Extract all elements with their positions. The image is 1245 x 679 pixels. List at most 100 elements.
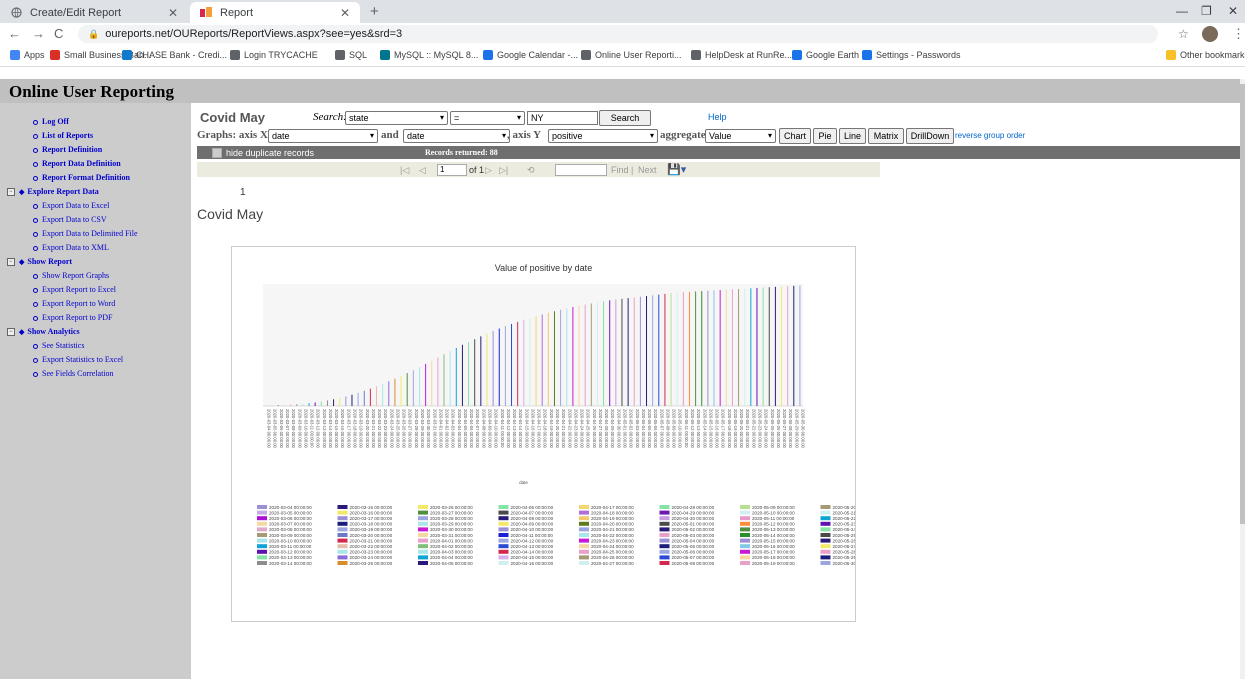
globe-icon (10, 7, 22, 19)
sidebar-item[interactable]: Export Data to Delimited File (33, 229, 138, 238)
bookmark-item[interactable]: Apps (10, 50, 45, 60)
next-page-icon[interactable]: ▷ (485, 165, 492, 176)
restore-icon[interactable]: ❐ (1201, 4, 1212, 18)
axis-x2-select[interactable]: date ▾ (403, 129, 510, 143)
close-window-icon[interactable]: ✕ (1228, 4, 1238, 18)
legend-entry: 2020-04-11 00:00:00 (511, 533, 554, 538)
bookmark-item[interactable]: MySQL :: MySQL 8... (380, 50, 478, 60)
bookmark-item[interactable]: Settings - Passwords (862, 50, 961, 60)
next-link[interactable]: Next (638, 165, 657, 175)
bookmark-item[interactable]: CHASE Bank - Credi... (122, 50, 227, 60)
url-input[interactable]: 🔒 oureports.net/OUReports/ReportViews.as… (78, 25, 1158, 43)
drilldown-button[interactable]: DrillDown (906, 128, 954, 144)
x-tick-label: 2020-05-11 00:00:00 (684, 409, 689, 448)
tab-report[interactable]: Report ✕ (190, 2, 360, 23)
sidebar-item[interactable]: See Statistics (33, 341, 84, 350)
sidebar-item-label: List of Reports (42, 131, 94, 140)
collapse-toggle-icon[interactable]: − (7, 328, 15, 337)
close-icon[interactable]: ✕ (168, 6, 178, 20)
reverse-group-order-link[interactable]: reverse group order (955, 131, 1025, 140)
star-icon[interactable]: ☆ (1178, 27, 1189, 41)
legend-entry: 2020-05-15 00:00:00 (752, 538, 795, 543)
sidebar-item[interactable]: Show Report Graphs (33, 271, 109, 280)
minimize-icon[interactable]: — (1176, 4, 1188, 18)
new-tab-button[interactable]: + (370, 3, 379, 20)
sidebar-item[interactable]: Export Report to PDF (33, 313, 112, 322)
chart-button[interactable]: Chart (779, 128, 811, 144)
axis-x-select[interactable]: date ▾ (268, 129, 378, 143)
find-link[interactable]: Find (611, 165, 629, 175)
legend-swatch (579, 516, 589, 521)
sidebar-item-label: Show Report Graphs (42, 271, 110, 280)
pie-button[interactable]: Pie (813, 128, 837, 144)
legend-swatch (579, 521, 589, 526)
bookmark-item[interactable]: Google Earth (792, 50, 859, 60)
sidebar-item[interactable]: Export Report to Word (33, 299, 115, 308)
legend-swatch (337, 527, 348, 532)
sidebar-item[interactable]: List of Reports (33, 131, 93, 140)
sidebar-item[interactable]: Export Statistics to Excel (33, 355, 123, 364)
sidebar-item[interactable]: Export Data to Excel (33, 201, 109, 210)
circle-bullet-icon (33, 217, 38, 223)
x-tick-label: 2020-03-30 00:00:00 (426, 409, 431, 449)
search-button[interactable]: Search (599, 110, 651, 126)
hide-duplicates-checkbox[interactable]: hide duplicate records (212, 148, 314, 158)
refresh-icon[interactable]: ⟲ (527, 165, 535, 176)
page-number-input[interactable]: 1 (437, 164, 467, 176)
checkbox[interactable] (212, 148, 222, 158)
search-value-input[interactable]: NY (527, 111, 598, 125)
sidebar-group[interactable]: − ◆ Show Analytics (7, 327, 80, 337)
search-field-select[interactable]: state ▾ (345, 111, 448, 125)
scrollbar-thumb[interactable] (1240, 84, 1245, 524)
x-tick-label: 2020-05-25 00:00:00 (770, 409, 775, 449)
sidebar-item-label: Report Definition (42, 145, 103, 154)
avatar[interactable] (1202, 26, 1218, 42)
tab-create-edit-report[interactable]: Create/Edit Report ✕ (0, 2, 188, 23)
sidebar-item[interactable]: Export Data to XML (33, 243, 109, 252)
chevron-down-icon: ▾ (501, 131, 506, 140)
sidebar-item[interactable]: See Fields Correlation (33, 369, 114, 378)
matrix-button[interactable]: Matrix (868, 128, 904, 144)
legend-entry: 2020-04-16 00:00:00 (511, 561, 554, 566)
aggregate-select[interactable]: Value ▾ (705, 129, 776, 143)
export-save-icon[interactable]: 💾▾ (667, 163, 686, 176)
bookmark-item[interactable]: SQL (335, 50, 367, 60)
x-tick-label: 2020-05-08 00:00:00 (665, 409, 670, 449)
sidebar-group[interactable]: − ◆ Explore Report Data (7, 187, 99, 197)
last-page-icon[interactable]: ▷| (499, 165, 508, 176)
back-arrow-icon[interactable]: ← (8, 26, 21, 41)
sidebar-item[interactable]: Report Definition (33, 145, 102, 154)
sidebar-item[interactable]: Report Format Definition (33, 173, 130, 182)
other-bookmarks[interactable]: Other bookmarks (1166, 50, 1245, 60)
scrollbar[interactable] (1240, 79, 1245, 679)
legend-entry: 2020-05-14 00:00:00 (752, 533, 795, 538)
bookmark-item[interactable]: Login TRYCACHE (230, 50, 318, 60)
prev-page-icon[interactable]: ◁ (419, 165, 426, 176)
legend-swatch (659, 544, 670, 549)
sidebar-group[interactable]: − ◆ Show Report (7, 257, 72, 267)
kebab-menu-icon[interactable]: ⋮ (1232, 26, 1245, 42)
sidebar-item[interactable]: Export Data to CSV (33, 215, 107, 224)
x-tick-label: 2020-03-05 00:00:00 (273, 409, 278, 449)
help-link[interactable]: Help (708, 112, 727, 122)
first-page-icon[interactable]: |◁ (400, 165, 409, 176)
legend-swatch (498, 555, 509, 560)
bookmark-label: SQL (349, 50, 368, 60)
sidebar-item[interactable]: Log Off (33, 117, 69, 126)
find-input[interactable] (555, 164, 607, 176)
axis-y-select[interactable]: positive ▾ (548, 129, 658, 143)
close-icon[interactable]: ✕ (340, 6, 350, 20)
sidebar-item[interactable]: Report Data Definition (33, 159, 121, 168)
reload-icon[interactable]: C (54, 26, 63, 41)
bookmark-item[interactable]: Google Calendar -... (483, 50, 578, 60)
collapse-toggle-icon[interactable]: − (7, 188, 15, 197)
forward-arrow-icon[interactable]: → (32, 26, 45, 41)
line-button[interactable]: Line (839, 128, 866, 144)
bookmark-item[interactable]: Online User Reporti... (581, 50, 682, 60)
operator-select[interactable]: = ▾ (450, 111, 525, 125)
sidebar-item-label: See Statistics (42, 341, 85, 350)
collapse-toggle-icon[interactable]: − (7, 258, 15, 267)
x-tick-label: 2020-05-10 00:00:00 (678, 409, 683, 449)
sidebar-item[interactable]: Export Report to Excel (33, 285, 116, 294)
bookmark-item[interactable]: HelpDesk at RunRe... (691, 50, 792, 60)
